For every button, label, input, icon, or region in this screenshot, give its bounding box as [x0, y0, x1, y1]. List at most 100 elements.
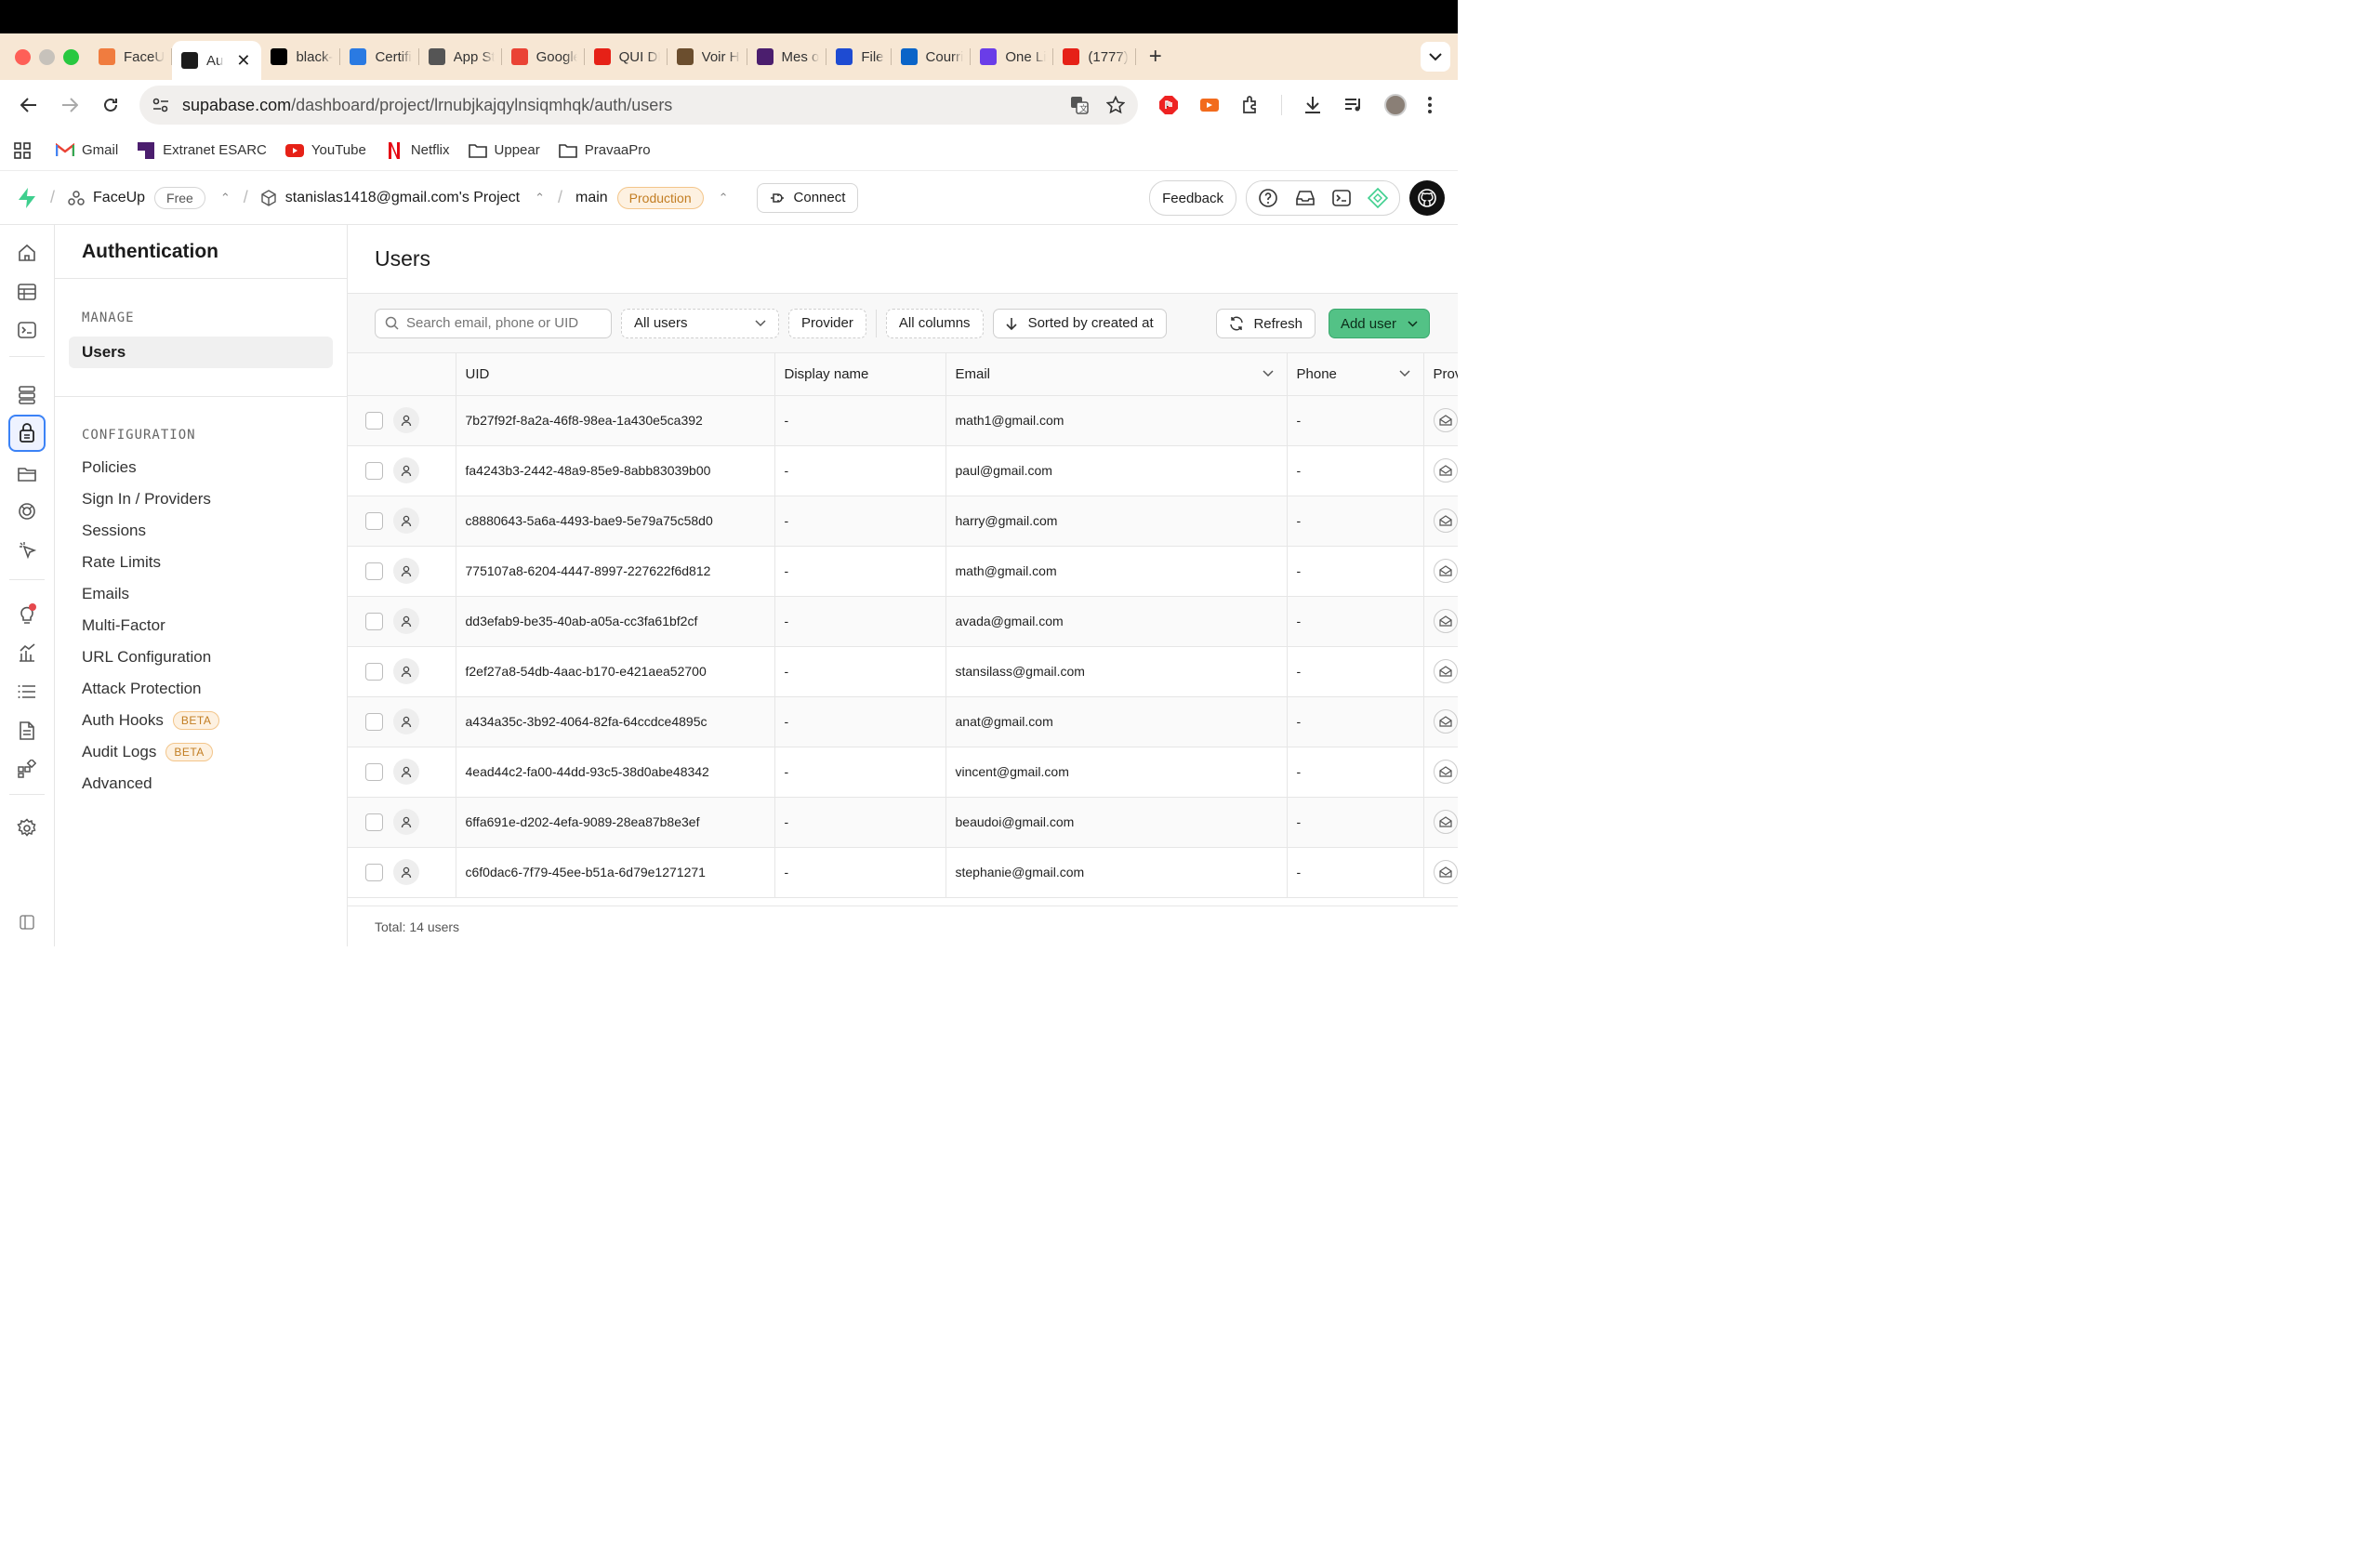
menu-item-users[interactable]: Users	[69, 337, 333, 368]
nav-sql-editor[interactable]	[8, 311, 46, 349]
puzzle-icon[interactable]	[1240, 95, 1261, 115]
browser-tab[interactable]: Certifi	[340, 33, 419, 80]
table-row[interactable]: 4ead44c2-fa00-44dd-93c5-38d0abe48342- vin…	[348, 747, 1458, 798]
uid-cell[interactable]: 7b27f92f-8a2a-46f8-98ea-1a430e5ca392	[456, 395, 775, 446]
browser-tab[interactable]: Voir H	[668, 33, 747, 80]
provider-cell[interactable]	[1423, 847, 1458, 898]
nav-realtime[interactable]	[8, 531, 46, 568]
table-row[interactable]: a434a35c-3b92-4064-82fa-64ccdce4895c - ana…	[348, 696, 1458, 747]
email-cell[interactable]: anat@gmail.com	[945, 696, 1288, 747]
refresh-button[interactable]: Refresh	[1216, 309, 1316, 338]
provider-cell[interactable]	[1423, 596, 1458, 647]
row-checkbox[interactable]	[365, 813, 383, 831]
uid-cell[interactable]: f2ef27a8-54db-4aac-b170-e421aea52700	[456, 646, 775, 697]
table-row[interactable]: 775107a8-6204-4447-8997-227622f6d812- mat…	[348, 546, 1458, 597]
uid-column-header[interactable]: UID	[456, 353, 775, 396]
menu-item-sessions[interactable]: Sessions	[55, 515, 347, 547]
uid-cell[interactable]: 4ead44c2-fa00-44dd-93c5-38d0abe48342	[456, 747, 775, 798]
menu-item-auth-hooks[interactable]: Auth Hooks BETA	[55, 705, 347, 736]
more-vertical-icon[interactable]	[1427, 96, 1433, 114]
display-name-cell[interactable]: -	[774, 395, 946, 446]
provider-cell[interactable]	[1423, 797, 1458, 848]
nav-collapse[interactable]	[8, 904, 46, 941]
nav-home[interactable]	[8, 234, 46, 271]
feedback-button[interactable]: Feedback	[1149, 180, 1236, 216]
nav-reports[interactable]	[8, 634, 46, 671]
apps-grid-icon[interactable]	[13, 141, 32, 160]
download-icon[interactable]	[1302, 95, 1323, 115]
bookmark-uppear[interactable]: Uppear	[468, 142, 540, 159]
table-row[interactable]: dd3efab9-be35-40ab-a05a-cc3fa61bf2cf - ava…	[348, 596, 1458, 647]
translate-icon[interactable]: 文	[1069, 95, 1090, 115]
close-tab-icon[interactable]: ✕	[236, 51, 250, 71]
uid-cell[interactable]: 775107a8-6204-4447-8997-227622f6d812	[456, 546, 775, 597]
phone-cell[interactable]: -	[1287, 596, 1424, 647]
uid-cell[interactable]: c8880643-5a6a-4493-bae9-5e79a75c58d0	[456, 496, 775, 547]
inbox-icon[interactable]	[1295, 189, 1316, 207]
menu-item-rate-limits[interactable]: Rate Limits	[55, 547, 347, 578]
nav-project-settings[interactable]	[8, 810, 46, 847]
nav-logs[interactable]	[8, 673, 46, 710]
browser-tab[interactable]: Google	[502, 33, 585, 80]
uid-cell[interactable]: fa4243b3-2442-48a9-85e9-8abb83039b00	[456, 445, 775, 496]
bookmark-extranet[interactable]: Extranet ESARC	[137, 141, 267, 159]
phone-cell[interactable]: -	[1287, 445, 1424, 496]
assistant-icon[interactable]	[1368, 188, 1388, 208]
nav-api-docs[interactable]	[8, 712, 46, 749]
uid-cell[interactable]: a434a35c-3b92-4064-82fa-64ccdce4895c	[456, 696, 775, 747]
site-settings-icon[interactable]	[152, 98, 169, 112]
provider-cell[interactable]	[1423, 395, 1458, 446]
menu-item-attack-protection[interactable]: Attack Protection	[55, 673, 347, 705]
email-cell[interactable]: stansilass@gmail.com	[945, 646, 1288, 697]
browser-tab[interactable]: Mes o	[747, 33, 827, 80]
provider-cell[interactable]	[1423, 696, 1458, 747]
nav-storage[interactable]	[8, 455, 46, 492]
forward-button[interactable]	[52, 87, 87, 123]
email-cell[interactable]: harry@gmail.com	[945, 496, 1288, 547]
provider-filter[interactable]: Provider	[788, 308, 866, 338]
email-cell[interactable]: beaudoi@gmail.com	[945, 797, 1288, 848]
media-controls-icon[interactable]	[1343, 96, 1364, 114]
table-row[interactable]: f2ef27a8-54db-4aac-b170-e421aea52700- sta…	[348, 646, 1458, 697]
browser-tab[interactable]: App St	[419, 33, 502, 80]
supabase-logo-icon[interactable]	[17, 187, 37, 209]
user-type-filter[interactable]: All users	[621, 308, 779, 338]
provider-cell[interactable]	[1423, 646, 1458, 697]
display-name-cell[interactable]: -	[774, 646, 946, 697]
phone-cell[interactable]: -	[1287, 797, 1424, 848]
profile-avatar[interactable]	[1384, 94, 1407, 116]
chevron-down-icon[interactable]	[1398, 370, 1410, 377]
help-icon[interactable]	[1258, 188, 1278, 208]
columns-button[interactable]: All columns	[885, 308, 984, 338]
display-name-cell[interactable]: -	[774, 747, 946, 798]
display-name-cell[interactable]: -	[774, 496, 946, 547]
add-user-button[interactable]: Add user	[1328, 309, 1430, 338]
nav-database[interactable]	[8, 377, 46, 414]
nav-edge-functions[interactable]	[8, 493, 46, 530]
provider-cell[interactable]	[1423, 445, 1458, 496]
provider-cell[interactable]	[1423, 546, 1458, 597]
sort-button[interactable]: Sorted by created at	[992, 308, 1167, 338]
email-cell[interactable]: vincent@gmail.com	[945, 747, 1288, 798]
branch-switcher-icon[interactable]: ⌃	[719, 191, 729, 205]
row-checkbox[interactable]	[365, 712, 383, 731]
row-checkbox[interactable]	[365, 863, 383, 881]
phone-cell[interactable]: -	[1287, 395, 1424, 446]
bookmark-gmail[interactable]: Gmail	[56, 142, 118, 159]
provider-column-header[interactable]: Prov	[1423, 353, 1458, 396]
org-name[interactable]: FaceUp	[93, 190, 145, 206]
table-row[interactable]: c6f0dac6-7f79-45ee-b51a-6d79e1271271- ste…	[348, 847, 1458, 898]
phone-cell[interactable]: -	[1287, 496, 1424, 547]
connect-button[interactable]: Connect	[756, 182, 859, 213]
menu-item-sign-in-providers[interactable]: Sign In / Providers	[55, 483, 347, 515]
uid-cell[interactable]: c6f0dac6-7f79-45ee-b51a-6d79e1271271	[456, 847, 775, 898]
browser-tab[interactable]: QUI DI	[585, 33, 668, 80]
browser-tab[interactable]: Courri	[892, 33, 972, 80]
org-switcher-icon[interactable]: ⌃	[220, 191, 231, 205]
provider-cell[interactable]	[1423, 496, 1458, 547]
browser-tab[interactable]: One Li	[971, 33, 1054, 80]
browser-tab[interactable]: File	[826, 33, 892, 80]
uid-cell[interactable]: 6ffa691e-d202-4efa-9089-28ea87b8e3ef	[456, 797, 775, 848]
bookmark-pravaapro[interactable]: PravaaPro	[558, 142, 651, 159]
browser-tab[interactable]: FaceU	[89, 33, 172, 80]
